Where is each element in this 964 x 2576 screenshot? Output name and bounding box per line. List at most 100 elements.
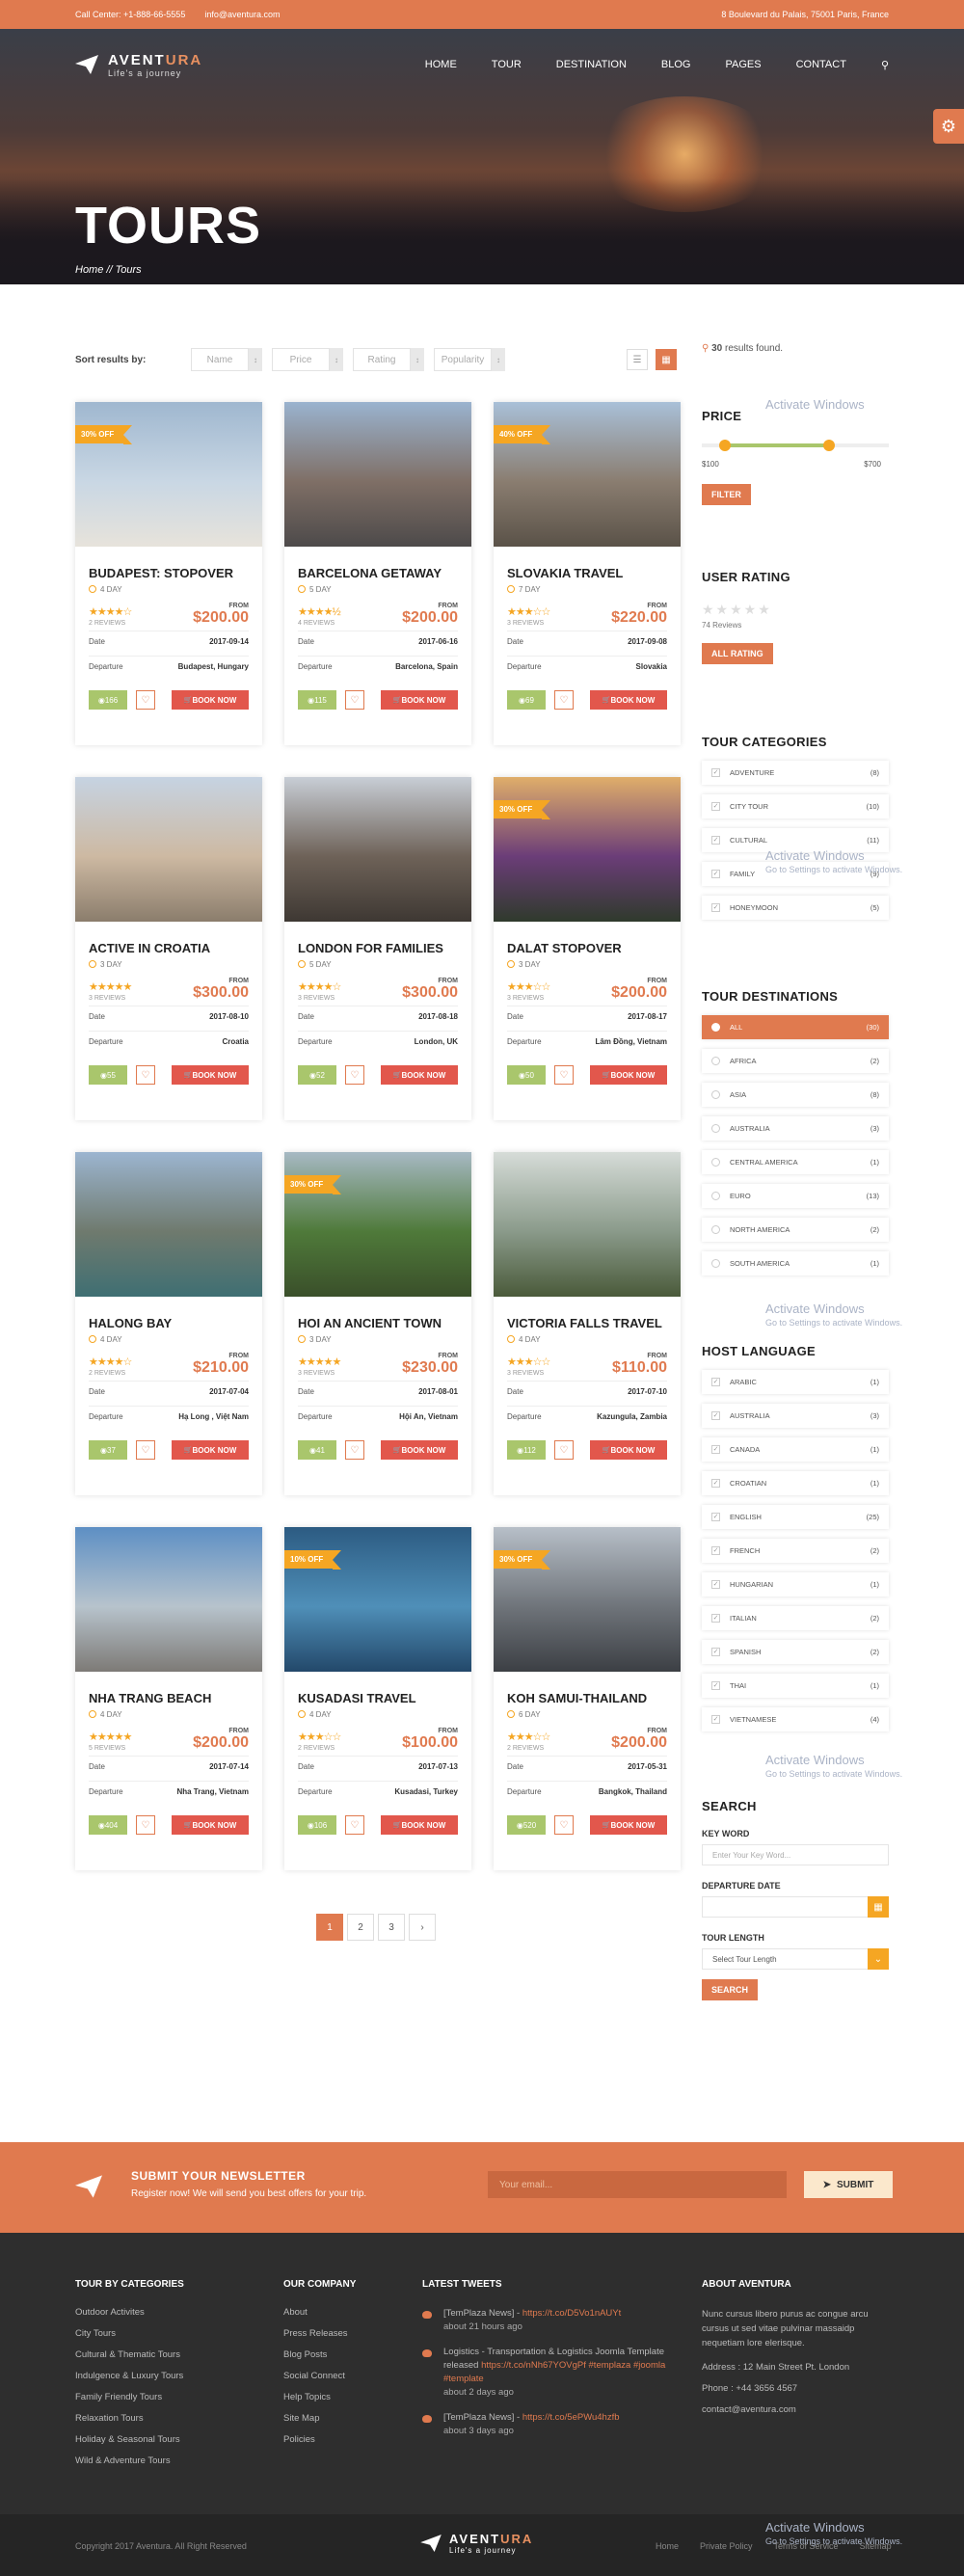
heart-icon[interactable]: ♡ [345,1815,364,1835]
tour-card[interactable]: 30% OFF BUDAPEST: STOPOVER 4 DAY ★★★★☆ 2 REV… [75,402,262,745]
rating-stars[interactable]: ★★★★★ [702,602,889,618]
tour-image[interactable] [284,402,471,547]
bottom-link-privacy[interactable]: Private Policy [700,2541,753,2551]
tour-image[interactable]: 30% OFF [494,1527,681,1672]
checkbox-icon[interactable]: ✓ [711,1411,720,1420]
destinations-item[interactable]: CENTRAL AMERICA (1) [702,1150,889,1174]
footer-company-link[interactable]: About [283,2307,409,2318]
departure-date-input[interactable]: ▦ [702,1896,889,1918]
language-item[interactable]: ✓ ENGLISH (25) [702,1505,889,1529]
book-now-button[interactable]: 🛒 BOOK NOW [381,690,458,710]
heart-icon[interactable]: ♡ [345,1065,364,1085]
categories-item[interactable]: ✓ CITY TOUR (10) [702,794,889,818]
search-icon[interactable]: ⚲ [881,59,889,71]
tour-title[interactable]: VICTORIA FALLS TRAVEL [507,1316,667,1331]
language-item[interactable]: ✓ ARABIC (1) [702,1370,889,1394]
page-next[interactable]: › [409,1914,436,1941]
logo[interactable]: AVENTURA Life's a journey [75,52,202,78]
footer-category-link[interactable]: Holiday & Seasonal Tours [75,2434,258,2445]
nav-home[interactable]: HOME [425,59,457,70]
checkbox-icon[interactable]: ✓ [711,1546,720,1555]
checkbox-icon[interactable]: ✓ [711,1715,720,1724]
about-email[interactable]: contact@aventura.com [702,2404,895,2415]
keyword-input[interactable]: Enter Your Key Word... [702,1844,889,1865]
tour-card[interactable]: NHA TRANG BEACH 4 DAY ★★★★★ 5 REVIEWS FROM $2… [75,1527,262,1870]
page-1[interactable]: 1 [316,1914,343,1941]
tour-title[interactable]: ACTIVE IN CROATIA [89,941,249,956]
footer-category-link[interactable]: City Tours [75,2328,258,2339]
tour-title[interactable]: KOH SAMUI-THAILAND [507,1691,667,1706]
bottom-link-home[interactable]: Home [656,2541,679,2551]
checkbox-icon[interactable]: ✓ [711,903,720,912]
tour-card[interactable]: HALONG BAY 4 DAY ★★★★☆ 2 REVIEWS FROM $210.00… [75,1152,262,1495]
nav-destination[interactable]: DESTINATION [556,59,627,70]
checkbox-icon[interactable]: ✓ [711,1580,720,1589]
checkbox-icon[interactable]: ✓ [711,1614,720,1623]
book-now-button[interactable]: 🛒 BOOK NOW [590,1440,667,1460]
footer-category-link[interactable]: Wild & Adventure Tours [75,2455,258,2466]
price-slider[interactable] [702,437,889,456]
book-now-button[interactable]: 🛒 BOOK NOW [590,690,667,710]
tour-card[interactable]: 10% OFF KUSADASI TRAVEL 4 DAY ★★★☆☆ 2 REVIEW… [284,1527,471,1870]
language-item[interactable]: ✓ CANADA (1) [702,1437,889,1462]
book-now-button[interactable]: 🛒 BOOK NOW [172,1440,249,1460]
slider-handle-min[interactable] [719,440,731,451]
tour-title[interactable]: KUSADASI TRAVEL [298,1691,458,1706]
footer-company-link[interactable]: Press Releases [283,2328,409,2339]
tour-card[interactable]: ACTIVE IN CROATIA 3 DAY ★★★★★ 3 REVIEWS FROM… [75,777,262,1120]
book-now-button[interactable]: 🛒 BOOK NOW [172,1815,249,1835]
nav-contact[interactable]: CONTACT [796,59,846,70]
tour-title[interactable]: SLOVAKIA TRAVEL [507,566,667,581]
heart-icon[interactable]: ♡ [136,1815,155,1835]
heart-icon[interactable]: ♡ [345,690,364,710]
tour-image[interactable] [75,1152,262,1297]
radio-icon[interactable] [711,1124,720,1133]
footer-company-link[interactable]: Blog Posts [283,2349,409,2360]
tour-image[interactable]: 30% OFF [284,1152,471,1297]
footer-category-link[interactable]: Relaxation Tours [75,2413,258,2424]
destinations-item[interactable]: EURO (13) [702,1184,889,1208]
radio-icon[interactable] [711,1158,720,1167]
all-rating-button[interactable]: ALL RATING [702,643,773,664]
submit-button[interactable]: ➤ SUBMIT [804,2171,893,2198]
destinations-item[interactable]: SOUTH AMERICA (1) [702,1251,889,1275]
newsletter-email-input[interactable]: Your email... [488,2171,787,2198]
language-item[interactable]: ✓ ITALIAN (2) [702,1606,889,1630]
filter-button[interactable]: FILTER [702,484,751,505]
sort-price[interactable]: Price ↕ [272,348,343,371]
book-now-button[interactable]: 🛒 BOOK NOW [172,690,249,710]
tour-image[interactable] [75,1527,262,1672]
language-item[interactable]: ✓ CROATIAN (1) [702,1471,889,1495]
tour-image[interactable] [494,1152,681,1297]
language-item[interactable]: ✓ VIETNAMESE (4) [702,1707,889,1731]
destinations-item[interactable]: NORTH AMERICA (2) [702,1218,889,1242]
radio-icon[interactable] [711,1057,720,1065]
list-view-icon[interactable]: ☰ [627,349,648,370]
radio-icon[interactable] [711,1225,720,1234]
book-now-button[interactable]: 🛒 BOOK NOW [172,1065,249,1085]
tour-card[interactable]: BARCELONA GETAWAY 5 DAY ★★★★½ 4 REVIEWS FROM… [284,402,471,745]
footer-logo[interactable]: AVENTURA Life's a journey [420,2532,533,2555]
book-now-button[interactable]: 🛒 BOOK NOW [590,1815,667,1835]
book-now-button[interactable]: 🛒 BOOK NOW [381,1065,458,1085]
slider-handle-max[interactable] [823,440,835,451]
footer-category-link[interactable]: Outdoor Activites [75,2307,258,2318]
tour-title[interactable]: BARCELONA GETAWAY [298,566,458,581]
nav-pages[interactable]: PAGES [725,59,761,70]
tour-image[interactable]: 40% OFF [494,402,681,547]
tour-length-select[interactable]: Select Tour Length ⌄ [702,1948,889,1970]
footer-company-link[interactable]: Site Map [283,2413,409,2424]
language-item[interactable]: ✓ SPANISH (2) [702,1640,889,1664]
book-now-button[interactable]: 🛒 BOOK NOW [381,1440,458,1460]
email-link[interactable]: info@aventura.com [204,10,280,19]
checkbox-icon[interactable]: ✓ [711,768,720,777]
tour-title[interactable]: LONDON FOR FAMILIES [298,941,458,956]
language-item[interactable]: ✓ THAI (1) [702,1674,889,1698]
tour-card[interactable]: 30% OFF KOH SAMUI-THAILAND 6 DAY ★★★☆☆ 2 REV… [494,1527,681,1870]
footer-category-link[interactable]: Cultural & Thematic Tours [75,2349,258,2360]
radio-icon[interactable] [711,1259,720,1268]
checkbox-icon[interactable]: ✓ [711,1445,720,1454]
footer-category-link[interactable]: Family Friendly Tours [75,2392,258,2402]
grid-view-icon[interactable]: ▦ [656,349,677,370]
nav-blog[interactable]: BLOG [661,59,691,70]
